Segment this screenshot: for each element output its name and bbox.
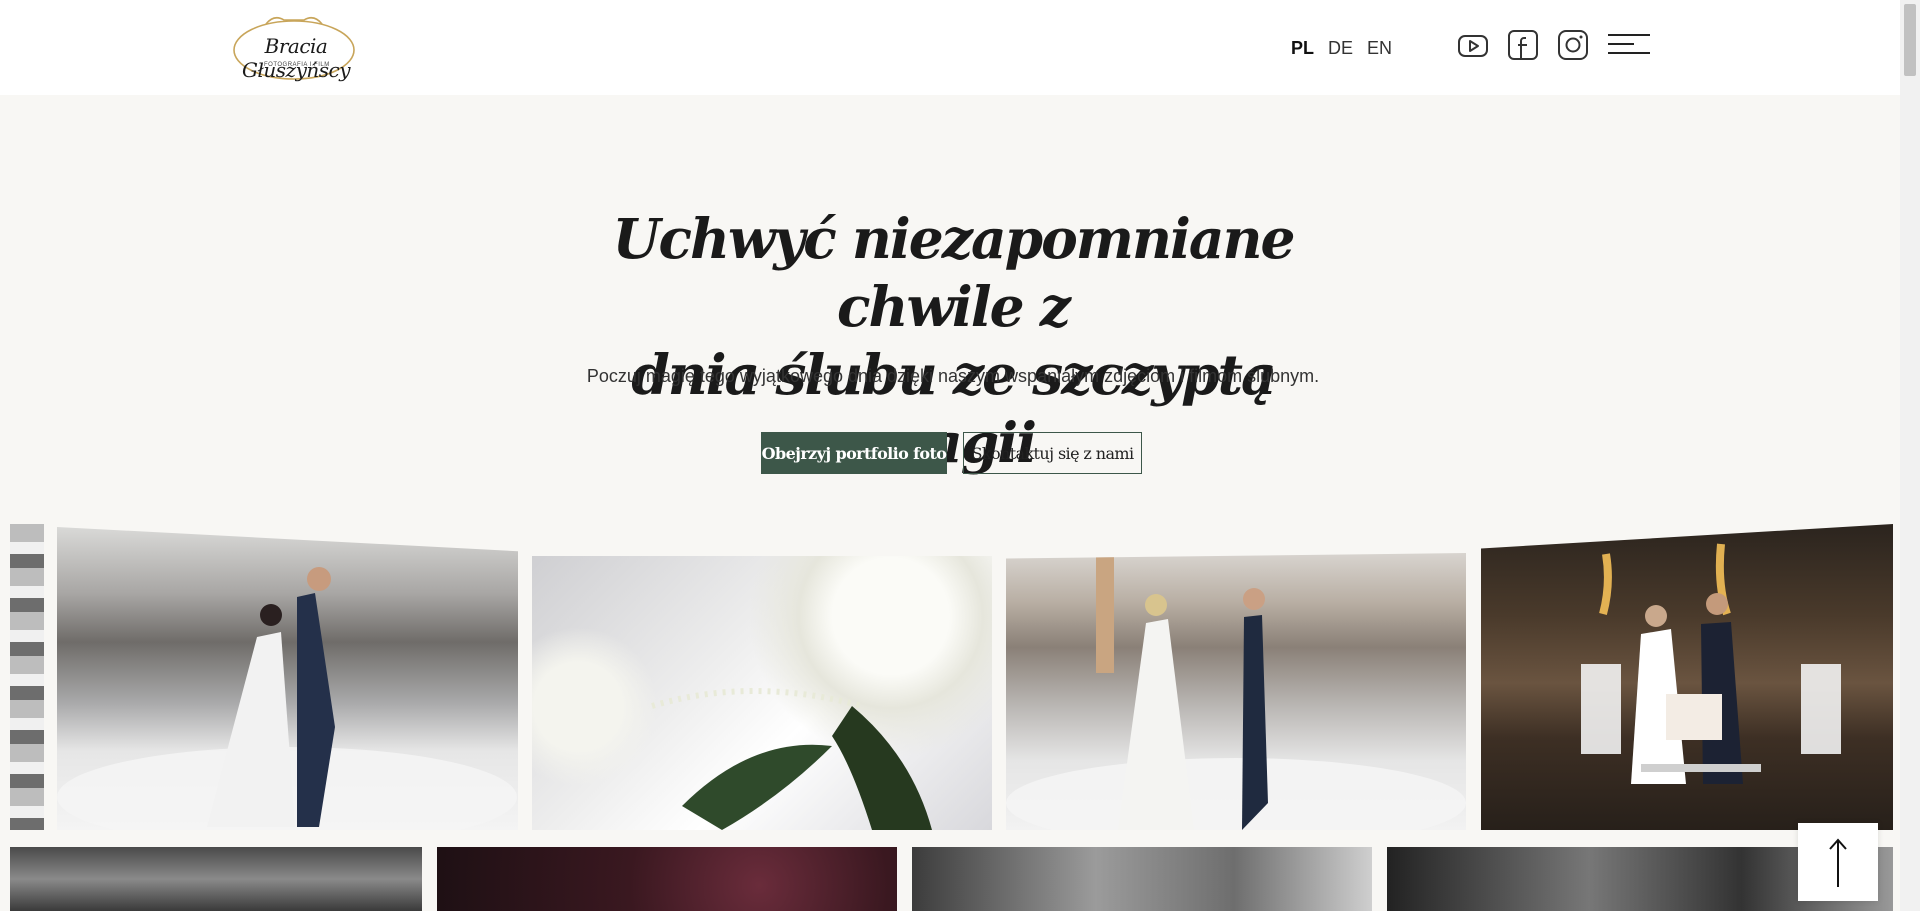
menu-line-top (1608, 34, 1650, 36)
photo-bw-couple-trees[interactable] (10, 847, 422, 911)
facebook-icon (1508, 30, 1538, 60)
arrow-up-icon (1829, 838, 1847, 887)
photo-edge-left[interactable] (10, 524, 44, 830)
cake-sparklers-icon (1581, 543, 1841, 784)
lang-de[interactable]: DE (1328, 38, 1353, 59)
photo-bw-interior[interactable] (912, 847, 1372, 911)
scroll-to-top-button[interactable] (1798, 823, 1878, 901)
facebook-link[interactable] (1506, 28, 1540, 62)
lang-en[interactable]: EN (1367, 38, 1392, 59)
rose-leaves-icon (651, 688, 932, 830)
dance-hall-figures-icon (1006, 553, 1466, 830)
hero-title-line2: dnia ślubu ze szczyptą magii (631, 342, 1276, 475)
logo-title: Bracia Głuszyńscy (241, 34, 351, 82)
photo-first-dance-hall[interactable] (1006, 553, 1466, 830)
language-switcher: PL DE EN (1291, 38, 1392, 59)
site-header: Bracia Głuszyńscy FOTOGRAFIA I FILM PL D… (0, 0, 1900, 95)
first-dance-figures-icon (57, 567, 517, 830)
page-scrollbar[interactable] (1900, 0, 1920, 911)
instagram-icon (1558, 30, 1588, 60)
photo-party-lights[interactable] (437, 847, 897, 911)
contact-button[interactable]: Skontaktuj się z nami (963, 432, 1142, 474)
photo-first-dance-smoke[interactable] (57, 527, 518, 830)
hero-title-line1: Uchwyć niezapomniane chwile z (612, 206, 1296, 339)
instagram-link[interactable] (1556, 28, 1590, 62)
portfolio-button[interactable]: Obejrzyj portfolio foto (761, 432, 947, 474)
menu-line-bottom (1608, 52, 1650, 54)
youtube-icon (1458, 35, 1488, 57)
hero-title: Uchwyć niezapomniane chwile z dnia ślubu… (560, 205, 1346, 477)
site-logo[interactable]: Bracia Głuszyńscy FOTOGRAFIA I FILM (230, 10, 358, 85)
youtube-link[interactable] (1456, 28, 1490, 62)
photo-cake-sparklers[interactable] (1481, 524, 1893, 830)
lang-pl[interactable]: PL (1291, 38, 1314, 59)
hamburger-menu-button[interactable] (1608, 30, 1650, 58)
menu-line-middle (1608, 43, 1634, 45)
logo-subtitle: FOTOGRAFIA I FILM (264, 62, 330, 68)
photo-white-rose-boutonniere[interactable] (532, 556, 992, 830)
scrollbar-thumb[interactable] (1904, 4, 1916, 76)
hero-subtitle: Poczuj magię tego wyjątkowego dnia dzięk… (586, 366, 1320, 386)
